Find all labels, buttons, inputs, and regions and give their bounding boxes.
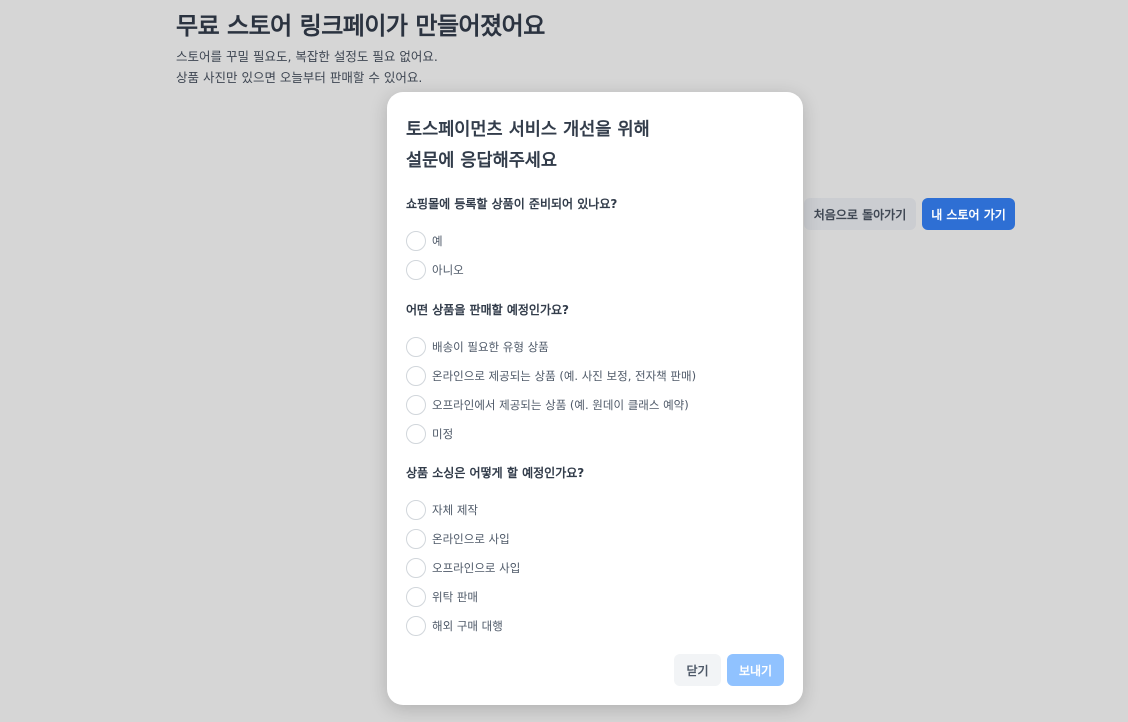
- radio-button[interactable]: [406, 558, 426, 578]
- page-title: 무료 스토어 링크페이가 만들어졌어요: [176, 12, 545, 40]
- question-sourcing: 상품 소싱은 어떻게 할 예정인가요?: [406, 466, 585, 480]
- option-label: 오프라인으로 사입: [432, 561, 521, 575]
- option-label: 온라인으로 제공되는 상품 (예. 사진 보정, 전자책 판매): [432, 369, 697, 383]
- radio-button[interactable]: [406, 587, 426, 607]
- survey-modal: 토스페이먼츠 서비스 개선을 위해 설문에 응답해주세요 쇼핑몰에 등록할 상품…: [387, 92, 803, 705]
- option-label: 온라인으로 사입: [432, 532, 510, 546]
- modal-title-line: 설문에 응답해주세요: [406, 151, 557, 171]
- option-label: 배송이 필요한 유형 상품: [432, 340, 549, 354]
- send-button[interactable]: 보내기: [727, 654, 784, 686]
- option-offline-goods[interactable]: 오프라인에서 제공되는 상품 (예. 원데이 클래스 예약): [406, 395, 689, 415]
- option-label: 예: [432, 234, 443, 248]
- option-no[interactable]: 아니오: [406, 260, 464, 280]
- back-to-start-button[interactable]: 처음으로 돌아가기: [804, 198, 916, 230]
- option-online-goods[interactable]: 온라인으로 제공되는 상품 (예. 사진 보정, 전자책 판매): [406, 366, 696, 386]
- option-label: 자체 제작: [432, 503, 478, 517]
- page-description: 스토어를 꾸밀 필요도, 복잡한 설정도 필요 없어요. 상품 사진만 있으면 …: [176, 46, 438, 88]
- option-label: 미정: [432, 427, 454, 441]
- radio-button[interactable]: [406, 260, 426, 280]
- option-online-wholesale[interactable]: 온라인으로 사입: [406, 529, 510, 549]
- radio-button[interactable]: [406, 231, 426, 251]
- radio-button[interactable]: [406, 500, 426, 520]
- option-overseas-purchase[interactable]: 해외 구매 대행: [406, 616, 503, 636]
- option-self-made[interactable]: 자체 제작: [406, 500, 478, 520]
- description-line: 상품 사진만 있으면 오늘부터 판매할 수 있어요.: [176, 70, 423, 85]
- radio-button[interactable]: [406, 395, 426, 415]
- option-yes[interactable]: 예: [406, 231, 443, 251]
- option-label: 아니오: [432, 263, 464, 277]
- option-label: 오프라인에서 제공되는 상품 (예. 원데이 클래스 예약): [432, 398, 689, 412]
- modal-title-line: 토스페이먼츠 서비스 개선을 위해: [406, 120, 650, 140]
- radio-button[interactable]: [406, 366, 426, 386]
- option-label: 위탁 판매: [432, 590, 478, 604]
- option-label: 해외 구매 대행: [432, 619, 503, 633]
- go-to-store-button[interactable]: 내 스토어 가기: [922, 198, 1015, 230]
- radio-button[interactable]: [406, 337, 426, 357]
- close-button[interactable]: 닫기: [674, 654, 721, 686]
- option-undecided[interactable]: 미정: [406, 424, 453, 444]
- question-product-ready: 쇼핑몰에 등록할 상품이 준비되어 있나요?: [406, 197, 618, 211]
- radio-button[interactable]: [406, 529, 426, 549]
- option-consignment[interactable]: 위탁 판매: [406, 587, 478, 607]
- description-line: 스토어를 꾸밀 필요도, 복잡한 설정도 필요 없어요.: [176, 49, 438, 64]
- radio-button[interactable]: [406, 616, 426, 636]
- radio-button[interactable]: [406, 424, 426, 444]
- question-product-type: 어떤 상품을 판매할 예정인가요?: [406, 303, 570, 317]
- modal-title: 토스페이먼츠 서비스 개선을 위해 설문에 응답해주세요: [406, 115, 650, 177]
- option-physical-goods[interactable]: 배송이 필요한 유형 상품: [406, 337, 549, 357]
- option-offline-wholesale[interactable]: 오프라인으로 사입: [406, 558, 520, 578]
